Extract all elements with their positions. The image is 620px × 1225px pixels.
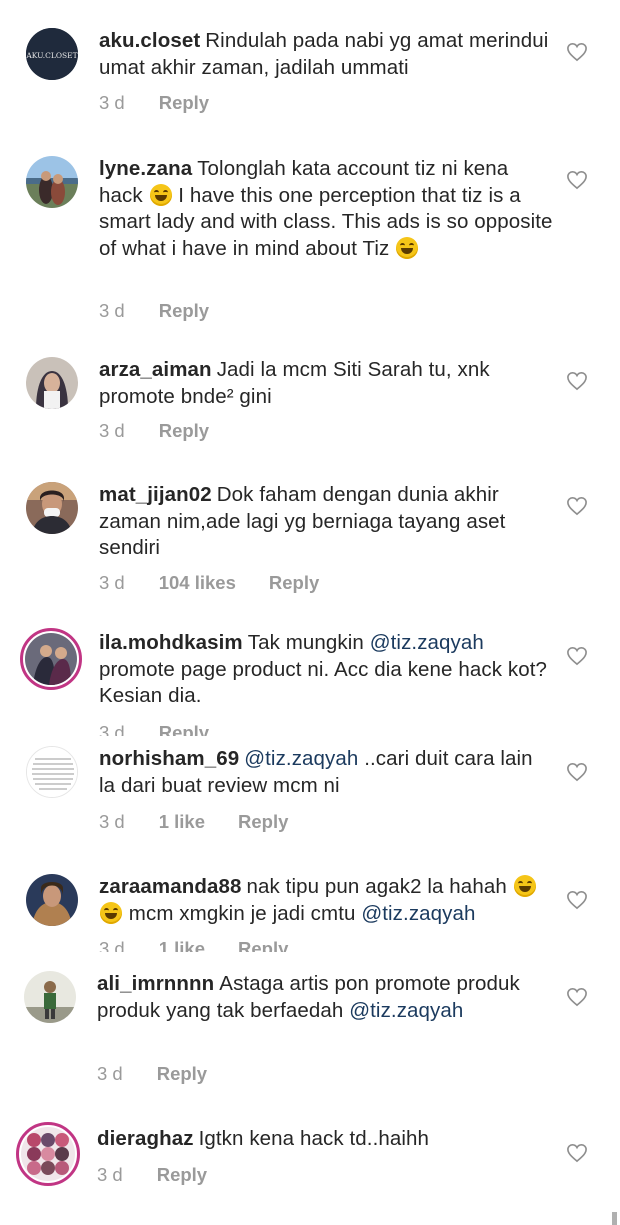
comment-text: arza_aiman Jadi la mcm Siti Sarah tu, xnk… [99,358,490,408]
comment-text: zaraamanda88 nak tipu pun agak2 la hahah … [99,874,554,927]
reply-button[interactable]: Reply [269,572,319,593]
reply-button[interactable]: Reply [238,938,288,952]
heart-icon[interactable] [566,371,588,391]
heart-icon[interactable] [566,496,588,516]
comment-meta: 3 d 1 like Reply [99,938,321,952]
comment-meta: 3 d Reply [99,92,242,114]
avatar[interactable] [26,482,78,534]
scrollbar[interactable] [612,1212,617,1225]
reply-button[interactable]: Reply [159,300,209,321]
reply-button[interactable]: Reply [159,92,209,113]
reply-button[interactable]: Reply [238,811,288,832]
profile-photo [21,1127,75,1181]
comment-meta: 3 d Reply [97,1063,240,1085]
comment-text: ali_imrnnnn Astaga artis pon promote prod… [97,972,520,1022]
avatar[interactable] [20,628,82,690]
username[interactable]: zaraamanda88 [99,875,242,898]
mention-link[interactable]: @tiz.zaqyah [361,902,475,925]
comment-meta: 3 d Reply [97,1164,240,1186]
username[interactable]: mat_jijan02 [99,483,212,506]
reply-button[interactable]: Reply [159,420,209,441]
grin-emoji-icon [100,901,122,924]
aku-closet-logo: AKU.CLOSET [26,28,78,80]
avatar[interactable] [26,746,78,798]
mention-link[interactable]: @tiz.zaqyah [370,631,484,654]
likes-count[interactable]: 1 like [159,938,205,952]
svg-text:AKU.CLOSET: AKU.CLOSET [26,51,78,60]
comment-meta: 3 d 1 like Reply [99,811,321,833]
grin-emoji-icon [149,183,172,206]
heart-icon[interactable] [566,170,588,190]
username[interactable]: aku.closet [99,29,200,52]
comment-text: lyne.zana Tolonglah kata account tiz ni k… [99,157,553,260]
username[interactable]: lyne.zana [99,157,192,180]
likes-count[interactable]: 104 likes [159,572,236,593]
timestamp: 3 d [99,572,125,593]
profile-photo [26,874,78,926]
heart-icon[interactable] [566,42,588,62]
mention-link[interactable]: @tiz.zaqyah [349,999,463,1022]
comment-text: norhisham_69 @tiz.zaqyah ..cari duit cara… [99,747,533,797]
likes-count[interactable]: 1 like [159,811,205,832]
avatar[interactable]: AKU.CLOSET [26,28,78,80]
avatar[interactable] [16,1122,80,1186]
heart-icon[interactable] [566,762,588,782]
timestamp: 3 d [99,92,125,113]
timestamp: 3 d [99,938,125,952]
username[interactable]: norhisham_69 [99,747,239,770]
comment-meta: 3 d Reply [99,722,242,736]
heart-icon[interactable] [566,890,588,910]
comment-text: mat_jijan02 Dok faham dengan dunia akhir … [99,483,506,559]
timestamp: 3 d [99,420,125,441]
grin-emoji-icon [396,236,419,259]
profile-photo [26,357,78,409]
comment-text: aku.closet Rindulah pada nabi yg amat mer… [99,29,549,79]
comment-text: ila.mohdkasim Tak mungkin @tiz.zaqyah pro… [99,631,548,707]
username[interactable]: dieraghaz [97,1127,194,1150]
timestamp: 3 d [97,1063,123,1084]
username[interactable]: arza_aiman [99,358,212,381]
avatar[interactable] [26,357,78,409]
username[interactable]: ali_imrnnnn [97,972,214,995]
timestamp: 3 d [99,300,125,321]
reply-button[interactable]: Reply [157,1063,207,1084]
comment-text: dieraghaz Igtkn kena hack td..haihh [97,1127,430,1150]
timestamp: 3 d [99,722,125,736]
heart-icon[interactable] [566,646,588,666]
comment-meta: 3 d Reply [99,300,242,322]
profile-photo [26,156,78,208]
avatar[interactable] [24,971,76,1023]
grin-emoji-icon [513,875,536,897]
username[interactable]: ila.mohdkasim [99,631,243,654]
comment-meta: 3 d Reply [99,420,242,442]
heart-icon[interactable] [566,987,588,1007]
timestamp: 3 d [97,1164,123,1185]
profile-photo [25,633,77,685]
text-image-avatar [27,747,77,797]
comment-meta: 3 d 104 likes Reply [99,572,352,594]
reply-button[interactable]: Reply [159,722,209,736]
profile-photo [24,971,76,1023]
heart-icon[interactable] [566,1143,588,1163]
profile-photo [26,482,78,534]
avatar[interactable] [26,156,78,208]
reply-button[interactable]: Reply [157,1164,207,1185]
avatar[interactable] [26,874,78,926]
timestamp: 3 d [99,811,125,832]
mention-link[interactable]: @tiz.zaqyah [244,747,358,770]
